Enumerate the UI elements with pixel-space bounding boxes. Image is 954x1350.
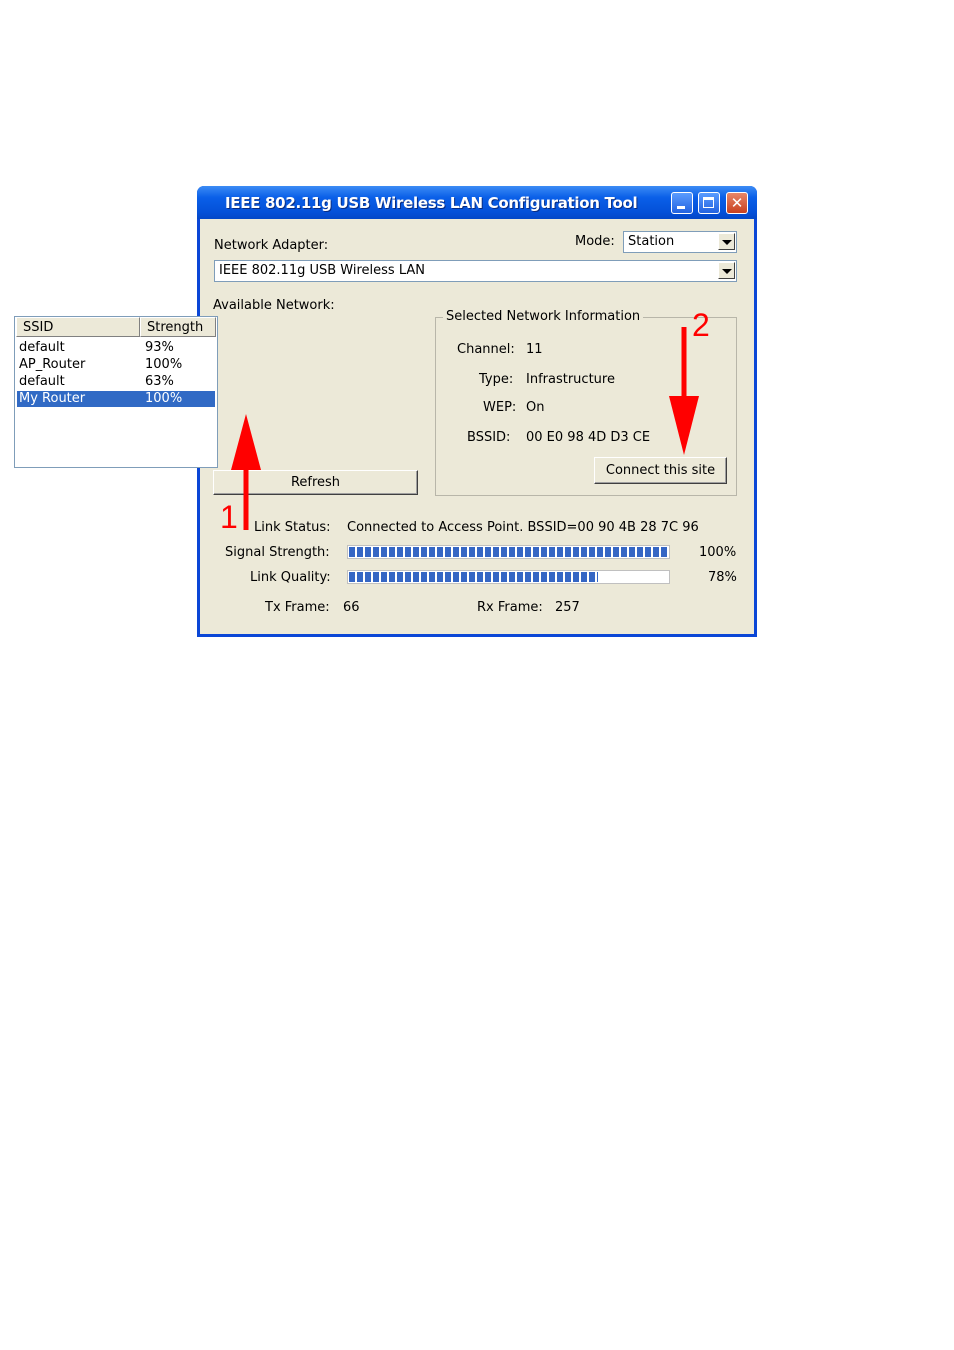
network-adapter-select[interactable]: IEEE 802.11g USB Wireless LAN — [214, 260, 737, 282]
signal-strength-bar — [347, 545, 670, 559]
available-network-label: Available Network: — [213, 298, 335, 313]
signal-strength-fill — [349, 547, 668, 557]
mode-dropdown-button[interactable] — [718, 233, 735, 250]
minimize-button[interactable] — [671, 192, 693, 214]
chevron-down-icon — [722, 269, 732, 274]
column-header-strength[interactable]: Strength — [140, 317, 216, 337]
network-strength: 100% — [145, 357, 183, 372]
close-icon: ✕ — [730, 194, 744, 212]
mode-select[interactable]: Station — [623, 231, 737, 253]
bssid-value: 00 E0 98 4D D3 CE — [526, 430, 651, 445]
rx-frame-label: Rx Frame: — [477, 600, 543, 615]
ssid-header-label: SSID — [23, 320, 54, 335]
type-value: Infrastructure — [526, 372, 615, 387]
network-strength: 63% — [145, 374, 174, 389]
list-item[interactable]: default 93% — [17, 340, 215, 356]
rx-frame-value: 257 — [555, 600, 580, 615]
link-quality-bar — [347, 570, 670, 584]
signal-strength-percent: 100% — [699, 545, 737, 560]
adapter-dropdown-button[interactable] — [718, 262, 735, 279]
network-strength: 93% — [145, 340, 174, 355]
network-adapter-value: IEEE 802.11g USB Wireless LAN — [219, 263, 425, 278]
mode-label: Mode: — [575, 234, 615, 249]
list-item-selected[interactable]: My Router 100% — [17, 391, 215, 407]
network-adapter-label: Network Adapter: — [214, 238, 329, 253]
network-ssid: default — [19, 374, 65, 389]
selected-network-info-title: Selected Network Information — [443, 309, 644, 324]
network-ssid: default — [19, 340, 65, 355]
maximize-icon — [703, 197, 714, 208]
maximize-button[interactable] — [698, 192, 720, 214]
channel-label: Channel: — [457, 342, 515, 357]
network-ssid: AP_Router — [19, 357, 86, 372]
mode-value: Station — [628, 234, 675, 249]
list-item[interactable]: default 63% — [17, 374, 215, 390]
signal-strength-label: Signal Strength: — [225, 545, 330, 560]
network-ssid: My Router — [19, 391, 86, 406]
type-label: Type: — [479, 372, 514, 387]
network-strength: 100% — [145, 391, 183, 406]
column-header-ssid[interactable]: SSID — [16, 317, 140, 337]
channel-value: 11 — [526, 342, 543, 357]
link-status-label: Link Status: — [254, 520, 331, 535]
wep-value: On — [526, 400, 545, 415]
close-button[interactable]: ✕ — [726, 192, 748, 214]
bssid-label: BSSID: — [467, 430, 511, 445]
minimize-icon — [677, 206, 685, 209]
wep-label: WEP: — [483, 400, 517, 415]
tx-frame-value: 66 — [343, 600, 360, 615]
strength-header-label: Strength — [147, 320, 204, 335]
window-title: IEEE 802.11g USB Wireless LAN Configurat… — [225, 194, 638, 212]
chevron-down-icon — [722, 240, 732, 245]
list-item[interactable]: AP_Router 100% — [17, 357, 215, 373]
link-status-value: Connected to Access Point. BSSID=00 90 4… — [347, 520, 699, 535]
tx-frame-label: Tx Frame: — [265, 600, 330, 615]
link-quality-label: Link Quality: — [250, 570, 331, 585]
link-quality-fill — [349, 572, 598, 582]
link-quality-percent: 78% — [708, 570, 737, 585]
title-bar[interactable]: IEEE 802.11g USB Wireless LAN Configurat… — [197, 186, 757, 219]
available-network-list[interactable]: SSID Strength default 93% AP_Router 100%… — [14, 316, 218, 468]
connect-this-site-button[interactable]: Connect this site — [594, 457, 727, 484]
refresh-button[interactable]: Refresh — [213, 470, 418, 495]
